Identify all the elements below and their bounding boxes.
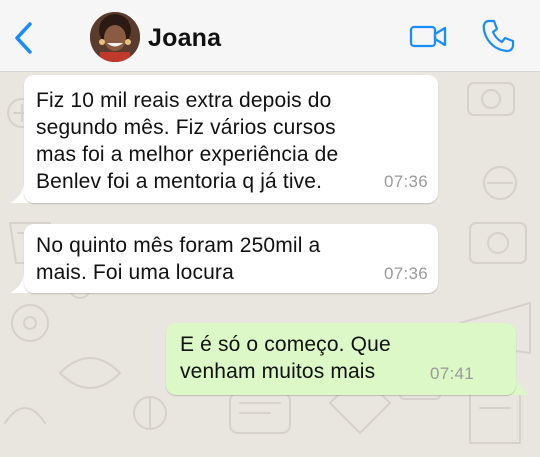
message-time: 07:36: [383, 264, 428, 283]
voice-call-button[interactable]: [478, 16, 518, 56]
back-chevron-icon: [15, 22, 32, 54]
back-button[interactable]: [8, 20, 38, 56]
video-camera-icon: [409, 25, 447, 48]
phone-icon: [482, 19, 515, 53]
video-call-button[interactable]: [408, 20, 450, 52]
avatar[interactable]: [90, 12, 140, 62]
chat-header: Joana: [0, 0, 540, 72]
message-time: 07:41: [429, 364, 474, 383]
incoming-message[interactable]: No quinto mês foram 250mil a mais. Foi u…: [24, 224, 438, 293]
message-text: E é só o começo. Que venham muitos mais: [180, 333, 391, 383]
incoming-message[interactable]: Fiz 10 mil reais extra depois do segundo…: [24, 75, 438, 203]
message-time: 07:36: [383, 172, 428, 191]
message-text: No quinto mês foram 250mil a mais. Foi u…: [36, 234, 321, 284]
chat-area[interactable]: Fiz 10 mil reais extra depois do segundo…: [0, 73, 540, 457]
contact-name[interactable]: Joana: [148, 24, 221, 53]
avatar-image: [90, 12, 140, 62]
outgoing-message[interactable]: E é só o começo. Que venham muitos mais …: [166, 323, 516, 395]
message-text: Fiz 10 mil reais extra depois do segundo…: [36, 89, 339, 193]
